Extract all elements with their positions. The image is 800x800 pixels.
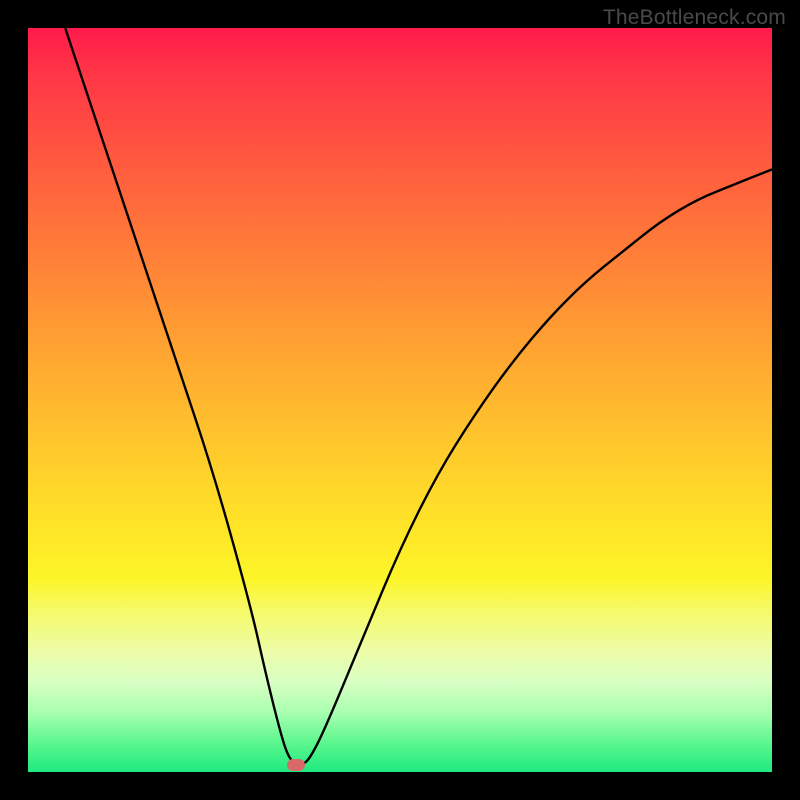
optimal-point-marker [287,759,305,771]
chart-frame: TheBottleneck.com [0,0,800,800]
watermark-text: TheBottleneck.com [603,6,786,30]
plot-area [28,28,772,772]
bottleneck-curve-path [65,28,772,765]
curve-svg [28,28,772,772]
